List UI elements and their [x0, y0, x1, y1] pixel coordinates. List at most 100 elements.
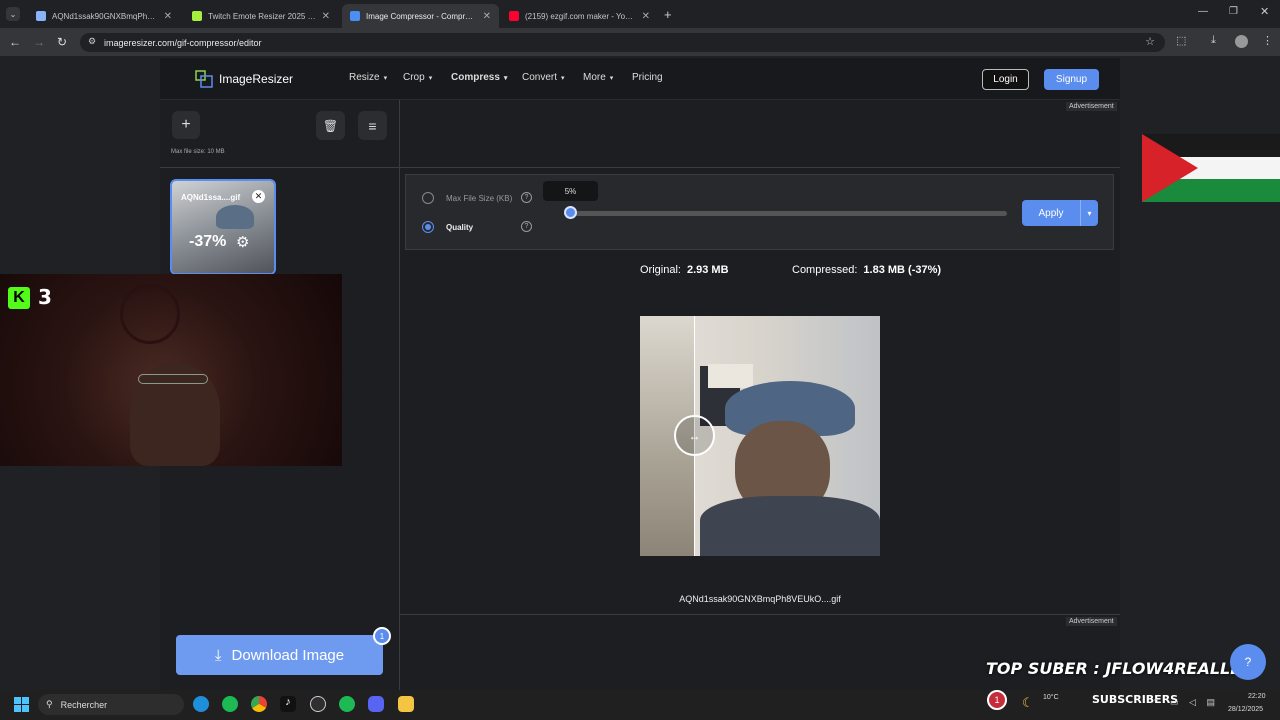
tab-close-icon[interactable]: ✕: [322, 11, 330, 22]
add-file-button[interactable]: +: [172, 111, 200, 139]
browser-tab[interactable]: AQNd1ssak90GNXBmqPh8VEU ✕: [28, 4, 180, 28]
logo-text: ImageResizer: [219, 72, 294, 86]
extensions-icon[interactable]: ⬚: [1176, 34, 1186, 47]
download-icon[interactable]: ⤓: [1211, 34, 1216, 47]
signup-button[interactable]: Signup: [1044, 69, 1099, 90]
apply-button[interactable]: Apply ▾: [1022, 200, 1098, 226]
panel-divider: [160, 167, 1120, 168]
tiktok-icon[interactable]: ♪: [280, 696, 296, 712]
nav-convert[interactable]: Convert ▾: [522, 72, 565, 83]
download-image-button[interactable]: ⤓ Download Image: [176, 635, 383, 675]
restore-icon[interactable]: ❐: [1229, 6, 1238, 17]
tab-favicon-icon: [36, 11, 46, 21]
profile-avatar[interactable]: [1235, 35, 1248, 48]
nav-more[interactable]: More ▾: [583, 72, 613, 83]
close-window-icon[interactable]: ✕: [1260, 5, 1269, 18]
download-count-badge: 1: [373, 627, 391, 645]
forward-icon[interactable]: →: [33, 35, 45, 49]
windows-start-icon[interactable]: [14, 697, 29, 712]
chevron-down-icon: ▾: [609, 74, 614, 82]
tab-close-icon[interactable]: ✕: [483, 11, 491, 22]
logo[interactable]: ImageResizer: [195, 70, 293, 88]
bookmark-star-icon[interactable]: ☆: [1145, 35, 1155, 48]
nav-label: Resize: [349, 72, 380, 83]
remove-file-icon[interactable]: ✕: [252, 190, 265, 203]
tab-title: (2159) ezgif.com maker - YouTu: [525, 11, 636, 21]
quality-slider-handle[interactable]: [564, 206, 577, 219]
weather-temperature: 10°C: [1043, 694, 1059, 701]
bottom-divider: [400, 614, 1120, 615]
nav-label: Crop: [403, 72, 425, 83]
minimize-icon[interactable]: —: [1198, 6, 1208, 17]
obs-icon[interactable]: [310, 696, 326, 712]
nav-crop[interactable]: Crop ▾: [403, 72, 432, 83]
max-file-size-text: Max file size: 10 MB: [171, 149, 225, 155]
tab-list-chevron-icon[interactable]: ⌄: [6, 7, 20, 21]
original-size: Original: 2.93 MB: [640, 264, 729, 276]
chat-bubble-icon[interactable]: ?: [1230, 644, 1266, 680]
help-icon[interactable]: ?: [521, 192, 532, 203]
nav-resize[interactable]: Resize ▾: [349, 72, 387, 83]
kick-viewer-count: 3: [38, 285, 52, 309]
max-file-size-radio[interactable]: [422, 192, 434, 204]
menu-kebab-icon[interactable]: ⋮: [1262, 34, 1273, 47]
compressed-value: 1.83 MB (-37%): [863, 264, 942, 276]
advertisement-label: Advertisement: [1066, 617, 1117, 626]
thumb-filename: AQNd1ssa....gif: [181, 193, 241, 202]
help-icon[interactable]: ?: [521, 221, 532, 232]
tab-favicon-icon: [350, 11, 360, 21]
taskbar-search[interactable]: ⚲ Rechercher: [38, 694, 184, 715]
sort-button[interactable]: ≡: [358, 111, 387, 140]
clock-date: 28/12/2025: [1228, 706, 1264, 713]
thumb-percent: -37%: [189, 233, 227, 250]
tab-close-icon[interactable]: ✕: [642, 11, 650, 22]
discord-icon[interactable]: [368, 696, 384, 712]
weather-moon-icon: ☾: [1022, 695, 1034, 710]
browser-tab[interactable]: Twitch Emote Resizer 2025 - Fre ✕: [184, 4, 338, 28]
nav-pricing[interactable]: Pricing: [632, 72, 663, 83]
download-icon: ⤓: [214, 646, 222, 664]
chrome-icon[interactable]: [251, 696, 267, 712]
reload-icon[interactable]: ↻: [57, 35, 67, 49]
delete-button[interactable]: 🗑: [316, 111, 345, 140]
quality-label[interactable]: Quality: [446, 223, 473, 232]
system-tray-icons[interactable]: ⌃ ▭ ◁ ▤: [1152, 697, 1219, 708]
nav-label: Pricing: [632, 72, 663, 83]
edge-icon[interactable]: [193, 696, 209, 712]
browser-tab-active[interactable]: Image Compressor - Compress ✕: [342, 4, 499, 28]
filter-icon: ≡: [368, 117, 377, 134]
search-icon: ⚲: [46, 699, 53, 709]
tab-title: AQNd1ssak90GNXBmqPh8VEU: [52, 11, 158, 21]
apply-dropdown-chevron-icon[interactable]: ▾: [1080, 200, 1098, 226]
top-suber-banner: TOP SUBER : JFLOW4REALLL: [986, 659, 1241, 678]
tab-close-icon[interactable]: ✕: [164, 11, 172, 22]
chevron-down-icon: ▾: [561, 74, 565, 82]
new-tab-icon[interactable]: +: [664, 7, 672, 22]
spotify-icon[interactable]: [222, 696, 238, 712]
settings-gear-icon[interactable]: ⚙: [236, 233, 249, 251]
login-button[interactable]: Login: [982, 69, 1029, 90]
kick-logo-icon: K: [8, 287, 30, 309]
browser-tab[interactable]: (2159) ezgif.com maker - YouTu ✕: [501, 4, 658, 28]
compressed-label: Compressed:: [792, 264, 858, 276]
logo-icon: [195, 70, 213, 88]
file-explorer-icon[interactable]: [398, 696, 414, 712]
palestine-flag-image: [1142, 134, 1280, 202]
nav-compress[interactable]: Compress ▾: [451, 72, 507, 83]
quality-slider-track[interactable]: [570, 211, 1007, 216]
original-label: Original:: [640, 264, 681, 276]
stream-notification-badge: 1: [987, 690, 1007, 710]
clock-time: 22:20: [1248, 693, 1266, 700]
advertisement-label: Advertisement: [1066, 102, 1117, 111]
spotify-icon[interactable]: [339, 696, 355, 712]
file-thumbnail[interactable]: AQNd1ssa....gif ✕ -37% ⚙: [170, 179, 276, 275]
back-icon[interactable]: ←: [9, 35, 21, 49]
quality-radio[interactable]: [422, 221, 434, 233]
site-info-icon[interactable]: ⚙: [88, 36, 96, 47]
address-bar[interactable]: ⚙ imageresizer.com/gif-compressor/editor…: [80, 33, 1165, 52]
compare-preview-image[interactable]: ↔: [640, 316, 880, 556]
chevron-down-icon: ▾: [503, 74, 508, 82]
compare-slider-handle[interactable]: ↔: [674, 415, 715, 456]
search-placeholder: Rechercher: [60, 699, 108, 710]
max-file-size-label[interactable]: Max File Size (KB): [446, 194, 512, 203]
